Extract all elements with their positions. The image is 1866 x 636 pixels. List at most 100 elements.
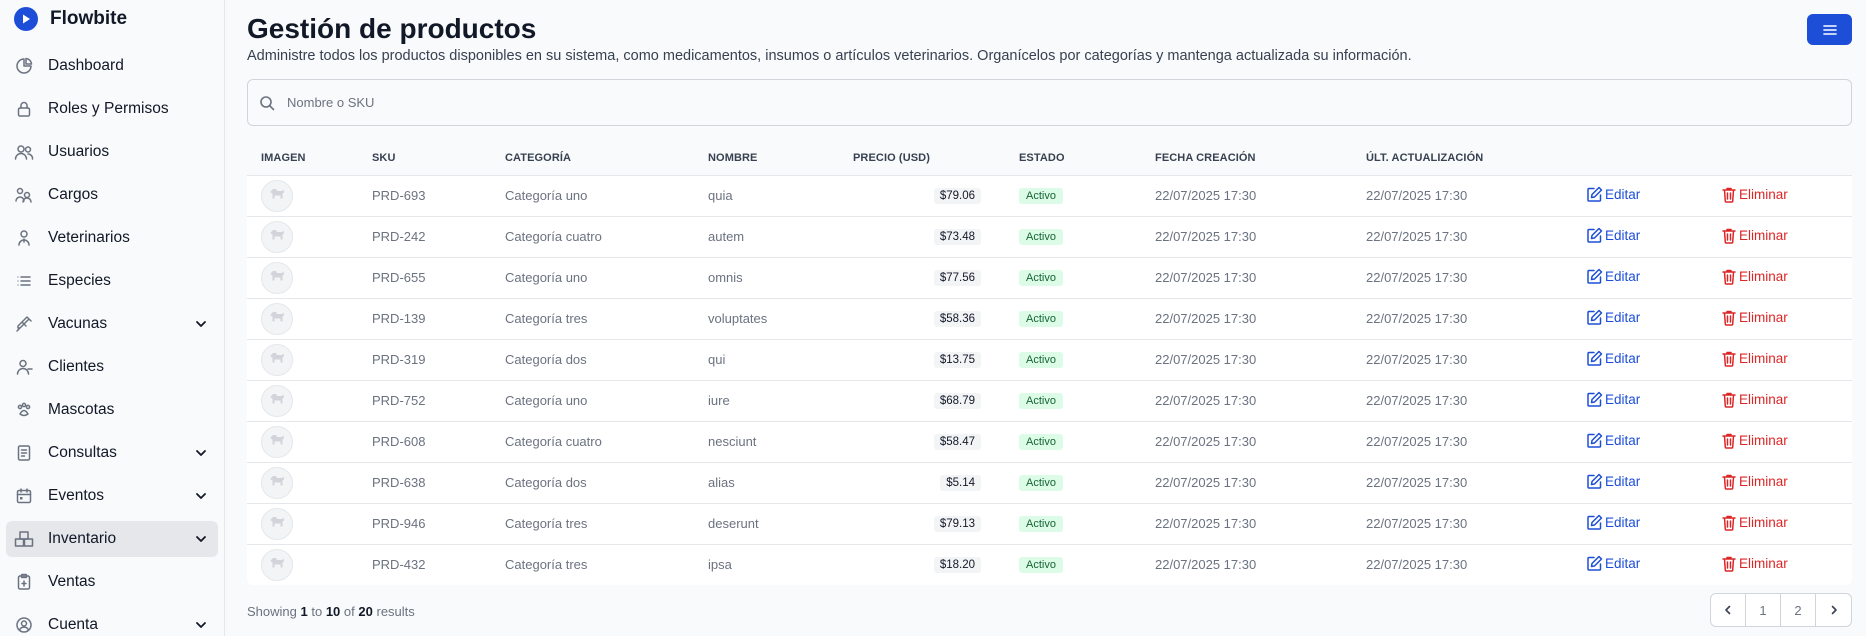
chevron-down-icon[interactable] bbox=[194, 618, 208, 632]
edit-button[interactable]: Editar bbox=[1586, 555, 1640, 572]
cell-updated: 22/07/2025 17:30 bbox=[1366, 434, 1468, 449]
delete-button[interactable]: Eliminar bbox=[1721, 391, 1788, 408]
delete-button[interactable]: Eliminar bbox=[1721, 186, 1788, 203]
edit-button[interactable]: Editar bbox=[1586, 227, 1640, 244]
pagination-next[interactable] bbox=[1816, 594, 1851, 626]
chevron-down-icon[interactable] bbox=[194, 532, 208, 546]
edit-button[interactable]: Editar bbox=[1586, 186, 1640, 203]
status-badge: Activo bbox=[1019, 557, 1063, 574]
stethoscope-icon bbox=[14, 228, 34, 248]
sidebar-item-cargos[interactable]: Cargos bbox=[6, 177, 218, 213]
delete-button[interactable]: Eliminar bbox=[1721, 432, 1788, 449]
edit-button[interactable]: Editar bbox=[1586, 391, 1640, 408]
brand-name: Flowbite bbox=[50, 8, 128, 29]
delete-button[interactable]: Eliminar bbox=[1721, 309, 1788, 326]
cell-price: $79.06 bbox=[853, 175, 981, 216]
cell-name: nesciunt bbox=[708, 434, 757, 449]
sidebar-item-dashboard[interactable]: Dashboard bbox=[6, 48, 218, 84]
trash-icon bbox=[1721, 268, 1739, 285]
sidebar-item-vacunas[interactable]: Vacunas bbox=[6, 306, 218, 342]
col-header-created[interactable]: FECHA CREACIÓN bbox=[1155, 142, 1366, 175]
sidebar-item-roles-y-permisos[interactable]: Roles y Permisos bbox=[6, 91, 218, 127]
cell-sku: PRD-319 bbox=[372, 352, 426, 367]
col-header-updated[interactable]: ÚLT. ACTUALIZACIÓN bbox=[1366, 142, 1586, 175]
results-label: results bbox=[376, 604, 415, 619]
cell-sku: PRD-608 bbox=[372, 434, 426, 449]
edit-button[interactable]: Editar bbox=[1586, 432, 1640, 449]
cell-updated: 22/07/2025 17:30 bbox=[1366, 475, 1468, 490]
product-image-placeholder bbox=[261, 179, 293, 212]
sidebar-item-label: Especies bbox=[48, 272, 111, 289]
edit-button[interactable]: Editar bbox=[1586, 309, 1640, 326]
col-header-image[interactable]: IMAGEN bbox=[247, 142, 372, 175]
sidebar-item-especies[interactable]: Especies bbox=[6, 263, 218, 299]
sidebar-item-label: Cuenta bbox=[48, 616, 98, 633]
edit-button[interactable]: Editar bbox=[1586, 268, 1640, 285]
pagination-page-2[interactable]: 2 bbox=[1781, 594, 1816, 626]
cell-category: Categoría uno bbox=[505, 188, 588, 203]
sidebar-item-cuenta[interactable]: Cuenta bbox=[6, 607, 218, 636]
cell-status: Activo bbox=[1019, 462, 1155, 503]
col-header-sku[interactable]: SKU bbox=[372, 142, 505, 175]
edit-button[interactable]: Editar bbox=[1586, 473, 1640, 490]
sidebar-item-eventos[interactable]: Eventos bbox=[6, 478, 218, 514]
trash-icon bbox=[1721, 391, 1739, 408]
pagination-page-1[interactable]: 1 bbox=[1746, 594, 1781, 626]
price-tag: $18.20 bbox=[933, 557, 981, 574]
col-header-price[interactable]: PRECIO (USD) bbox=[853, 142, 981, 175]
table-row: PRD-752 Categoría uno iure $68.79 Activo 22/0… bbox=[247, 380, 1852, 421]
cell-name: voluptates bbox=[708, 311, 768, 326]
cell-status: Activo bbox=[1019, 380, 1155, 421]
sidebar-item-clientes[interactable]: Clientes bbox=[6, 349, 218, 385]
delete-button[interactable]: Eliminar bbox=[1721, 227, 1788, 244]
col-header-name[interactable]: NOMBRE bbox=[708, 142, 853, 175]
delete-button[interactable]: Eliminar bbox=[1721, 350, 1788, 367]
edit-button[interactable]: Editar bbox=[1586, 514, 1640, 531]
cell-created: 22/07/2025 17:30 bbox=[1155, 475, 1257, 490]
cell-price: $13.75 bbox=[853, 339, 981, 380]
price-tag: $79.13 bbox=[933, 516, 981, 532]
sidebar-item-consultas[interactable]: Consultas bbox=[6, 435, 218, 471]
delete-button[interactable]: Eliminar bbox=[1721, 514, 1788, 531]
cell-edit: Editar bbox=[1586, 462, 1721, 503]
cell-edit: Editar bbox=[1586, 544, 1721, 585]
table-row: PRD-608 Categoría cuatro nesciunt $58.47 Act… bbox=[247, 421, 1852, 462]
trash-icon bbox=[1721, 555, 1739, 572]
syringe-icon bbox=[14, 314, 34, 334]
results-to: 10 bbox=[325, 604, 341, 619]
pagination-prev[interactable] bbox=[1711, 594, 1746, 626]
sidebar-item-veterinarios[interactable]: Veterinarios bbox=[6, 220, 218, 256]
status-badge: Activo bbox=[1019, 270, 1063, 286]
brand[interactable]: Flowbite bbox=[0, 0, 224, 38]
col-header-status[interactable]: ESTADO bbox=[1019, 142, 1155, 175]
sidebar-item-ventas[interactable]: Ventas bbox=[6, 564, 218, 600]
search-box[interactable] bbox=[247, 79, 1852, 126]
cell-name: deserunt bbox=[708, 516, 759, 531]
cell-created: 22/07/2025 17:30 bbox=[1155, 516, 1257, 531]
table-row: PRD-638 Categoría dos alias $5.14 Activo 22/0… bbox=[247, 462, 1852, 503]
product-image-placeholder bbox=[261, 507, 293, 540]
edit-button[interactable]: Editar bbox=[1586, 350, 1640, 367]
menu-button[interactable] bbox=[1807, 14, 1852, 45]
cell-status: Activo bbox=[1019, 216, 1155, 257]
col-header-category[interactable]: CATEGORÍA bbox=[505, 142, 708, 175]
search-input[interactable] bbox=[287, 95, 1787, 110]
user-icon bbox=[14, 357, 34, 377]
delete-button[interactable]: Eliminar bbox=[1721, 473, 1788, 490]
chevron-down-icon[interactable] bbox=[194, 489, 208, 503]
sidebar-item-mascotas[interactable]: Mascotas bbox=[6, 392, 218, 428]
search-icon bbox=[260, 95, 275, 110]
sidebar-item-usuarios[interactable]: Usuarios bbox=[6, 134, 218, 170]
delete-button[interactable]: Eliminar bbox=[1721, 268, 1788, 285]
cell-edit: Editar bbox=[1586, 339, 1721, 380]
edit-label: Editar bbox=[1605, 186, 1641, 202]
sidebar-item-label: Inventario bbox=[48, 530, 117, 547]
sidebar-item-inventario[interactable]: Inventario bbox=[6, 521, 218, 557]
cell-created: 22/07/2025 17:30 bbox=[1155, 557, 1257, 573]
chevron-down-icon[interactable] bbox=[194, 317, 208, 331]
delete-button[interactable]: Eliminar bbox=[1721, 555, 1788, 572]
chevron-down-icon[interactable] bbox=[194, 446, 208, 460]
delete-label: Eliminar bbox=[1739, 309, 1788, 325]
delete-label: Eliminar bbox=[1739, 268, 1788, 284]
table-row: PRD-946 Categoría tres deserunt $79.13 Activ… bbox=[247, 503, 1852, 544]
